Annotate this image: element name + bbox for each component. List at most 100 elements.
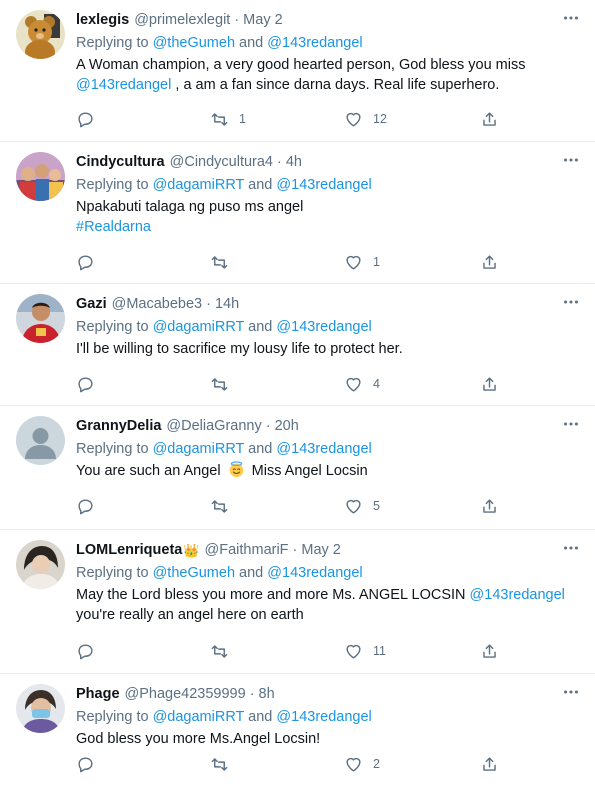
text-segment: I'll be willing to sacrifice my lousy li… <box>76 341 403 357</box>
tweet-text: Npakabuti talaga ng puso ms angel #Reald… <box>76 197 581 237</box>
share-button[interactable] <box>480 754 499 774</box>
user-handle[interactable]: @Cindycultura4 <box>170 153 273 172</box>
text-segment: Miss Angel Locsin <box>251 463 368 479</box>
mention-link[interactable]: @dagamiRRT <box>153 441 245 457</box>
reply-button[interactable] <box>76 754 105 774</box>
text-segment: , a am a fan since darna days. Real life… <box>175 77 500 93</box>
share-button[interactable] <box>480 252 499 272</box>
tweet[interactable]: Gazi @Macabebe3 · 14h Replying to @dagam… <box>0 284 595 406</box>
more-options-icon[interactable] <box>561 682 581 702</box>
mention-link[interactable]: @143redangel <box>267 35 362 51</box>
display-name[interactable]: Phage <box>76 685 120 704</box>
display-name[interactable]: Cindycultura <box>76 153 165 172</box>
mention-link[interactable]: @dagamiRRT <box>153 709 245 725</box>
like-button[interactable]: 4 <box>344 374 380 394</box>
action-bar: 1 <box>76 252 506 272</box>
like-count: 11 <box>373 644 386 658</box>
mention-link[interactable]: @143redangel <box>276 441 371 457</box>
like-button[interactable]: 11 <box>344 641 386 661</box>
retweet-button[interactable] <box>210 374 239 394</box>
action-bar: 2 <box>76 754 506 774</box>
timestamp[interactable]: 8h <box>259 685 275 704</box>
mention-link[interactable]: @theGumeh <box>153 565 235 581</box>
heart-icon <box>346 644 361 659</box>
replying-to: Replying to @dagamiRRT and @143redangel <box>76 440 581 459</box>
retweet-button[interactable] <box>210 252 239 272</box>
more-options-icon[interactable] <box>561 292 581 312</box>
reply-button[interactable] <box>76 109 105 129</box>
text-segment: A Woman champion, a very good hearted pe… <box>76 57 526 73</box>
display-name[interactable]: GrannyDelia <box>76 417 161 436</box>
reply-button[interactable] <box>76 496 105 516</box>
retweet-button[interactable]: 1 <box>210 109 246 129</box>
avatar[interactable] <box>16 416 65 465</box>
timestamp[interactable]: 14h <box>215 295 239 314</box>
avatar[interactable] <box>16 152 65 201</box>
reply-button[interactable] <box>76 252 105 272</box>
action-bar: 4 <box>76 374 506 394</box>
like-button[interactable]: 12 <box>344 109 387 129</box>
more-options-icon[interactable] <box>561 414 581 434</box>
hashtag-link[interactable]: #Realdarna <box>76 217 581 237</box>
mention-link[interactable]: @dagamiRRT <box>153 177 245 193</box>
more-options-icon[interactable] <box>561 8 581 28</box>
like-button[interactable]: 2 <box>344 754 380 774</box>
user-handle[interactable]: @Macabebe3 <box>112 295 203 314</box>
tweet[interactable]: lexlegis @primelexlegit · May 2 Replying… <box>0 0 595 142</box>
text-segment: Npakabuti talaga ng puso ms angel <box>76 199 304 215</box>
more-options-icon[interactable] <box>561 538 581 558</box>
display-name[interactable]: lexlegis <box>76 11 129 30</box>
mention-link[interactable]: @theGumeh <box>153 35 235 51</box>
reply-button[interactable] <box>76 374 105 394</box>
avatar[interactable] <box>16 294 65 343</box>
retweet-count: 1 <box>239 112 246 126</box>
user-handle[interactable]: @primelexlegit <box>134 11 230 30</box>
retweet-icon <box>211 499 228 513</box>
replying-to-label: Replying to <box>76 565 149 581</box>
reply-thread: lexlegis @primelexlegit · May 2 Replying… <box>0 0 595 787</box>
share-icon <box>483 756 496 771</box>
retweet-icon <box>211 377 228 391</box>
text-segment: May the Lord bless you more and more Ms.… <box>76 587 466 603</box>
share-button[interactable] <box>480 496 499 516</box>
timestamp[interactable]: 4h <box>286 153 302 172</box>
mention-link[interactable]: @143redangel <box>276 709 371 725</box>
mention-link[interactable]: @143redangel <box>76 77 171 93</box>
timestamp[interactable]: 20h <box>275 417 299 436</box>
mention-link[interactable]: @143redangel <box>276 177 371 193</box>
tweet[interactable]: Cindycultura @Cindycultura4 · 4h Replyin… <box>0 142 595 284</box>
like-count: 4 <box>373 377 380 391</box>
timestamp[interactable]: May 2 <box>243 11 283 30</box>
like-button[interactable]: 1 <box>344 252 380 272</box>
retweet-button[interactable] <box>210 754 239 774</box>
user-handle[interactable]: @Phage42359999 <box>125 685 246 704</box>
avatar[interactable] <box>16 10 65 59</box>
display-name[interactable]: Gazi <box>76 295 107 314</box>
mention-link[interactable]: @143redangel <box>276 319 371 335</box>
group-photo-avatar-image <box>16 152 65 201</box>
mention-link[interactable]: @143redangel <box>470 587 565 603</box>
mention-link[interactable]: @143redangel <box>267 565 362 581</box>
retweet-button[interactable] <box>210 641 239 661</box>
tweet[interactable]: LOMLenriqueta 👑 @FaithmariF · May 2 Repl… <box>0 530 595 674</box>
separator-dot: · <box>265 418 271 434</box>
display-name[interactable]: LOMLenriqueta <box>76 541 182 560</box>
like-count: 2 <box>373 757 380 771</box>
share-icon <box>483 254 496 269</box>
avatar[interactable] <box>16 684 65 733</box>
retweet-button[interactable] <box>210 496 239 516</box>
user-handle[interactable]: @DeliaGranny <box>166 417 261 436</box>
share-button[interactable] <box>480 641 499 661</box>
separator-dot: · <box>234 12 240 28</box>
user-handle[interactable]: @FaithmariF <box>205 541 289 560</box>
mention-link[interactable]: @dagamiRRT <box>153 319 245 335</box>
share-button[interactable] <box>480 109 499 129</box>
more-options-icon[interactable] <box>561 150 581 170</box>
reply-button[interactable] <box>76 641 105 661</box>
tweet[interactable]: GrannyDelia @DeliaGranny · 20h Replying … <box>0 406 595 530</box>
like-button[interactable]: 5 <box>344 496 380 516</box>
tweet[interactable]: Phage @Phage42359999 · 8h Replying to @d… <box>0 674 595 787</box>
share-button[interactable] <box>480 374 499 394</box>
timestamp[interactable]: May 2 <box>301 541 341 560</box>
avatar[interactable] <box>16 540 65 589</box>
